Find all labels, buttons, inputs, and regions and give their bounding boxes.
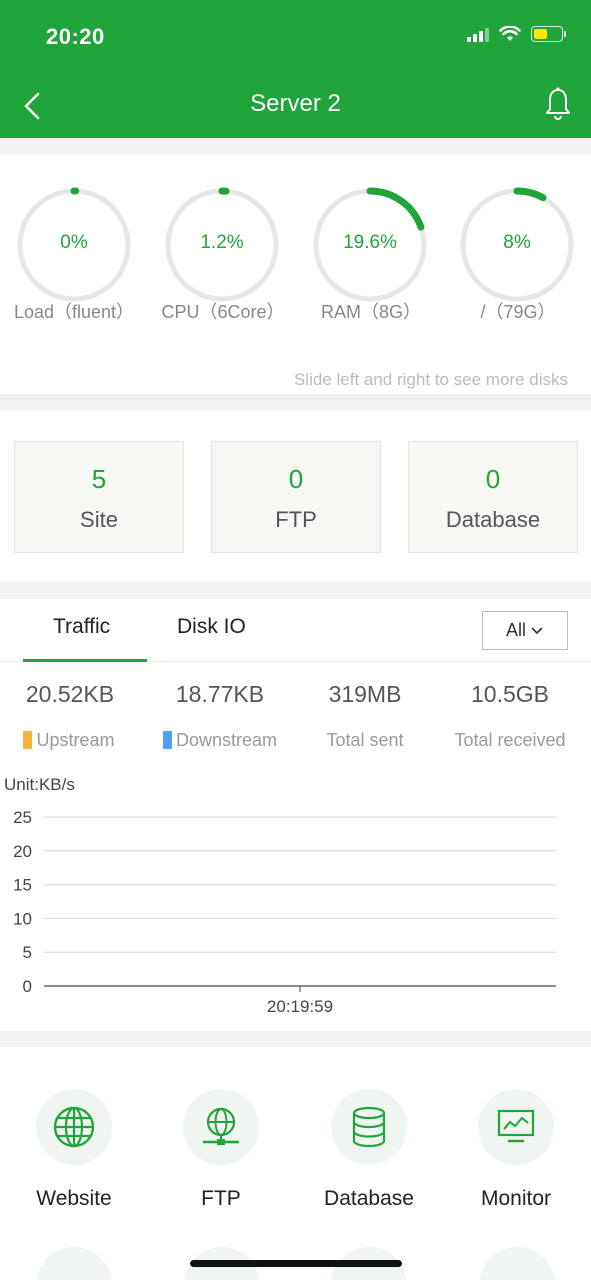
gauge-label: Load（fluent） [13,302,135,322]
metric-total-received-label: Total received [454,730,566,750]
y-tick-label: 25 [13,808,32,827]
menu-label: Database [324,1187,414,1210]
y-tick-label: 0 [23,977,32,996]
chevron-down-icon [531,626,543,634]
upstream-legend-swatch [23,731,33,749]
menu-label: FTP [201,1187,241,1210]
y-tick-label: 10 [13,909,32,928]
gauge-value: 19.6% [343,232,397,253]
menu-grid: Website FTP Database Monitor [0,1047,591,1280]
ftp-globe-icon [183,1089,259,1165]
downstream-legend-swatch [162,731,172,749]
security-icon[interactable] [36,1247,112,1280]
metric-downstream-label: Downstream [145,730,295,751]
menu-label: Monitor [480,1187,552,1210]
gauge-value: 0% [60,232,88,253]
metric-label-text: Downstream [175,730,278,750]
traffic-section: Traffic Disk IO All 20.52KB 18.77KB 319M… [0,599,591,1031]
gauge-value: 8% [503,232,531,253]
status-icons [467,26,566,42]
resource-gauges: 0% Load（fluent） 1.2% CPU（6Core） 19.6% RA… [0,154,591,394]
section-gap [0,1031,591,1047]
x-tick-label: 20:19:59 [267,997,333,1016]
menu-item-website[interactable]: Website [0,1089,148,1211]
menu-label: Website [36,1187,112,1210]
gauge-ram[interactable]: 19.6% [311,186,429,304]
stat-value: 0 [288,464,304,494]
gauge-label: CPU（6Core） [161,302,285,322]
filter-select[interactable]: All [482,611,568,650]
metric-label-text: Upstream [36,730,115,750]
stat-value: 5 [91,464,107,494]
stat-card-site[interactable]: 5 Site [14,441,184,553]
gauge-label: /（79G） [480,302,556,322]
y-tick-label: 5 [23,943,32,962]
gauge-label: RAM（8G） [320,302,421,322]
gauge-cpu[interactable]: 1.2% [163,186,281,304]
metric-total-sent-label: Total sent [326,730,404,750]
chart-unit-label: Unit:KB/s [4,775,75,794]
page-title: Server 2 [250,90,341,117]
stat-card-ftp[interactable]: 0 FTP [211,441,381,553]
metric-upstream-value: 20.52KB [25,681,115,707]
metric-upstream-label: Upstream [0,730,144,751]
tab-disk-io[interactable]: Disk IO [177,615,246,639]
globe-icon [36,1089,112,1165]
monitor-icon [478,1089,554,1165]
terminal-icon[interactable] [479,1247,555,1280]
stat-label: FTP [275,507,317,532]
menu-item-monitor[interactable]: Monitor [442,1089,590,1211]
menu-item-ftp[interactable]: FTP [147,1089,295,1211]
home-indicator [190,1260,402,1267]
disk-hint: Slide left and right to see more disks [293,370,568,389]
bell-icon[interactable] [543,86,573,122]
menu-item-database[interactable]: Database [295,1089,443,1211]
y-tick-label: 15 [13,876,32,895]
wifi-icon [499,26,521,41]
stat-card-database[interactable]: 0 Database [408,441,578,553]
active-tab-indicator [23,659,147,662]
section-gap [0,138,591,154]
tab-traffic[interactable]: Traffic [53,615,110,639]
stats-section: 5 Site 0 FTP 0 Database [0,410,591,582]
database-icon [331,1089,407,1165]
traffic-chart: 25 20 15 10 5 0 20:19:59 [13,808,556,1016]
gauge-load[interactable]: 0% [15,186,133,304]
y-tick-label: 20 [13,842,32,861]
metric-total-received-value: 10.5GB [471,681,549,707]
filter-select-value: All [505,620,526,640]
app-header: 20:20 Server 2 [0,0,591,138]
stat-label: Database [445,507,541,532]
section-gap [0,582,591,599]
metric-downstream-value: 18.77KB [175,681,265,707]
stat-label: Site [80,507,118,532]
cellular-signal-icon [467,26,489,42]
gauge-value: 1.2% [200,232,244,253]
battery-icon [531,26,566,42]
metric-total-sent-value: 319MB [328,681,402,707]
gauge-disk[interactable]: 8% [458,186,576,304]
status-time: 20:20 [46,24,105,49]
stat-value: 0 [485,464,501,494]
section-gap [0,394,591,410]
